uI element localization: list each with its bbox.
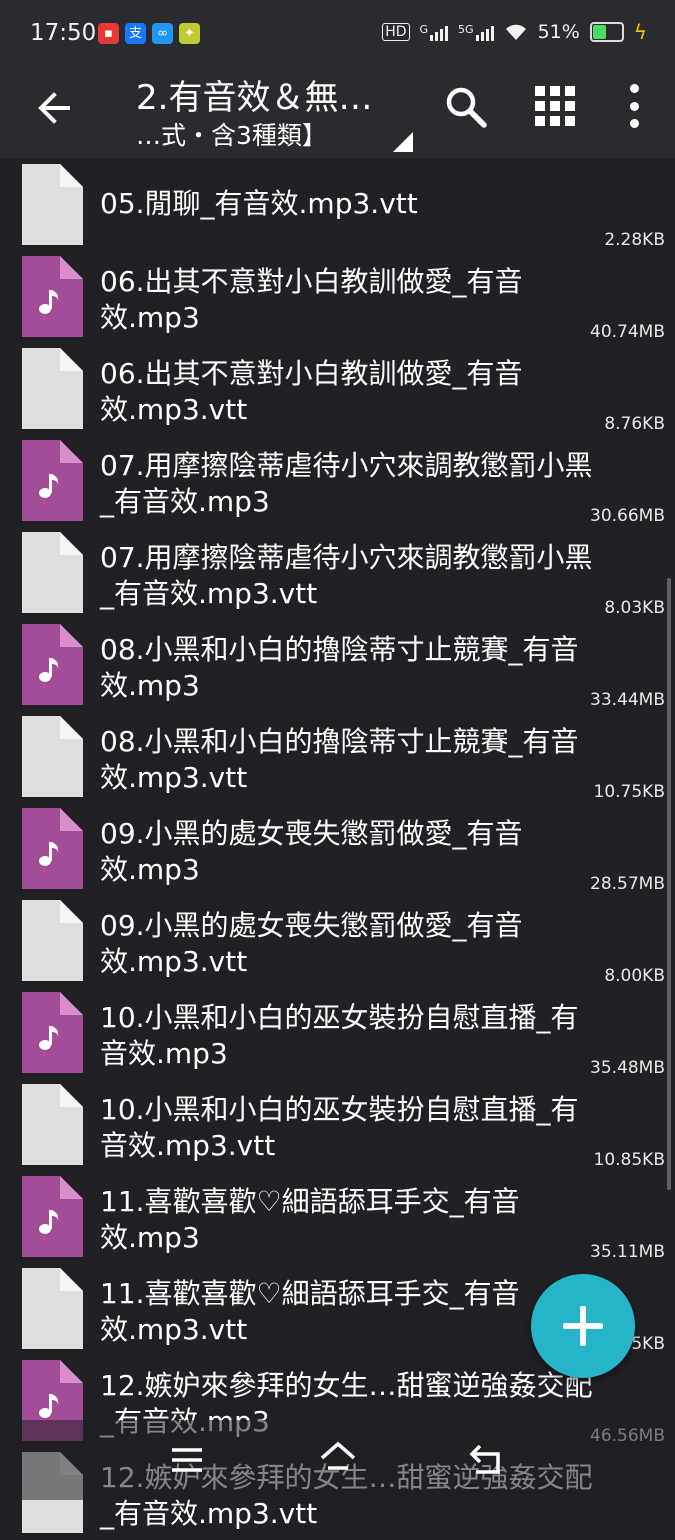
app-bar: 2.有音效＆無… …式・含3種類】 <box>0 68 675 158</box>
file-row[interactable]: 06.出其不意對小白教訓做愛_有音效.mp3.vtt 8.76KB <box>0 344 675 436</box>
signal-icon-1: G <box>420 23 449 41</box>
file-row[interactable]: 10.小黑和小白的巫女裝扮自慰直播_有音效.mp3.vtt 10.85KB <box>0 1080 675 1172</box>
grid-view-icon[interactable] <box>535 86 575 126</box>
audio-file-icon <box>22 256 83 337</box>
audio-file-icon <box>22 1176 83 1257</box>
home-icon[interactable] <box>318 1438 358 1478</box>
status-indicators: HD G 5G 51% ϟ <box>382 20 647 44</box>
signal-icon-2: 5G <box>458 23 494 41</box>
document-file-icon <box>22 1084 83 1165</box>
search-icon[interactable] <box>443 84 489 130</box>
status-time: 17:50 <box>30 20 97 46</box>
recent-apps-icon[interactable] <box>170 1446 204 1474</box>
folder-title: 2.有音效＆無… <box>136 78 373 118</box>
file-size: 10.75KB <box>593 782 665 802</box>
scrollbar[interactable] <box>667 578 671 1190</box>
file-name: 11.喜歡喜歡♡細語舔耳手交_有音效.mp3.vtt <box>100 1277 520 1346</box>
file-size: 28.57MB <box>590 874 665 894</box>
file-name: 07.用摩擦陰蒂虐待小穴來調教懲罰小黑_有音效.mp3.vtt <box>100 541 593 610</box>
red-app-icon: ▪ <box>98 23 119 44</box>
add-button[interactable] <box>531 1274 635 1378</box>
document-file-icon <box>22 716 83 797</box>
game-app-icon: ✦ <box>179 23 200 44</box>
file-size: 2.28KB <box>604 230 665 250</box>
file-size: 40.74MB <box>590 322 665 342</box>
file-row[interactable]: 11.喜歡喜歡♡細語舔耳手交_有音效.mp3 35.11MB <box>0 1172 675 1264</box>
file-name: 11.喜歡喜歡♡細語舔耳手交_有音效.mp3 <box>100 1185 520 1254</box>
path-dropdown-icon[interactable] <box>393 132 413 152</box>
blue-app-icon: ∞ <box>152 23 173 44</box>
charging-icon: ϟ <box>633 20 647 44</box>
document-file-icon <box>22 164 83 245</box>
battery-level <box>592 25 607 39</box>
file-size: 35.11MB <box>590 1242 665 1262</box>
audio-file-icon <box>22 992 83 1073</box>
file-name: 09.小黑的處女喪失懲罰做愛_有音效.mp3.vtt <box>100 909 523 978</box>
file-size: 10.85KB <box>593 1150 665 1170</box>
audio-file-icon <box>22 440 83 521</box>
file-row[interactable]: 06.出其不意對小白教訓做愛_有音效.mp3 40.74MB <box>0 252 675 344</box>
file-name: 08.小黑和小白的擼陰蒂寸止競賽_有音效.mp3.vtt <box>100 725 579 794</box>
wifi-icon <box>505 24 526 40</box>
file-row[interactable]: 09.小黑的處女喪失懲罰做愛_有音效.mp3.vtt 8.00KB <box>0 896 675 988</box>
status-bar: 17:50 ▪ 支 ∞ ✦ HD G 5G 51% ϟ <box>0 0 675 68</box>
audio-file-icon <box>22 808 83 889</box>
battery-percent: 51% <box>537 21 580 43</box>
file-row[interactable]: 07.用摩擦陰蒂虐待小穴來調教懲罰小黑_有音效.mp3 30.66MB <box>0 436 675 528</box>
audio-file-icon <box>22 624 83 705</box>
file-size: 8.03KB <box>604 598 665 618</box>
file-name: 10.小黑和小白的巫女裝扮自慰直播_有音效.mp3.vtt <box>100 1093 579 1162</box>
file-size: 30.66MB <box>590 506 665 526</box>
file-name: 07.用摩擦陰蒂虐待小穴來調教懲罰小黑_有音效.mp3 <box>100 449 593 518</box>
file-size: 33.44MB <box>590 690 665 710</box>
file-name: 06.出其不意對小白教訓做愛_有音效.mp3.vtt <box>100 357 523 426</box>
file-name: 10.小黑和小白的巫女裝扮自慰直播_有音效.mp3 <box>100 1001 579 1070</box>
file-name: 06.出其不意對小白教訓做愛_有音效.mp3 <box>100 265 523 334</box>
alipay-icon: 支 <box>125 23 146 44</box>
file-row[interactable]: 05.閒聊_有音效.mp3.vtt 2.28KB <box>0 160 675 252</box>
file-size: 8.00KB <box>604 966 665 986</box>
document-file-icon <box>22 900 83 981</box>
file-row[interactable]: 09.小黑的處女喪失懲罰做愛_有音效.mp3 28.57MB <box>0 804 675 896</box>
system-nav-bar <box>0 1420 675 1500</box>
document-file-icon <box>22 532 83 613</box>
back-arrow-icon[interactable] <box>32 86 76 130</box>
file-name: 09.小黑的處女喪失懲罰做愛_有音效.mp3 <box>100 817 523 886</box>
document-file-icon <box>22 348 83 429</box>
file-name: 08.小黑和小白的擼陰蒂寸止競賽_有音效.mp3 <box>100 633 579 702</box>
file-row[interactable]: 07.用摩擦陰蒂虐待小穴來調教懲罰小黑_有音效.mp3.vtt 8.03KB <box>0 528 675 620</box>
file-row[interactable]: 08.小黑和小白的擼陰蒂寸止競賽_有音效.mp3.vtt 10.75KB <box>0 712 675 804</box>
file-row[interactable]: 10.小黑和小白的巫女裝扮自慰直播_有音效.mp3 35.48MB <box>0 988 675 1080</box>
more-options-icon[interactable] <box>622 84 646 128</box>
battery-icon <box>589 22 624 42</box>
file-size: 35.48MB <box>590 1058 665 1078</box>
file-name: 05.閒聊_有音效.mp3.vtt <box>100 187 418 220</box>
document-file-icon <box>22 1268 83 1349</box>
notification-icons: ▪ 支 ∞ ✦ <box>98 23 200 44</box>
hd-voice-icon: HD <box>382 23 410 41</box>
file-row[interactable]: 08.小黑和小白的擼陰蒂寸止競賽_有音效.mp3 33.44MB <box>0 620 675 712</box>
system-back-icon[interactable] <box>468 1442 504 1476</box>
file-size: 8.76KB <box>604 414 665 434</box>
folder-subtitle: …式・含3種類】 <box>136 121 327 150</box>
